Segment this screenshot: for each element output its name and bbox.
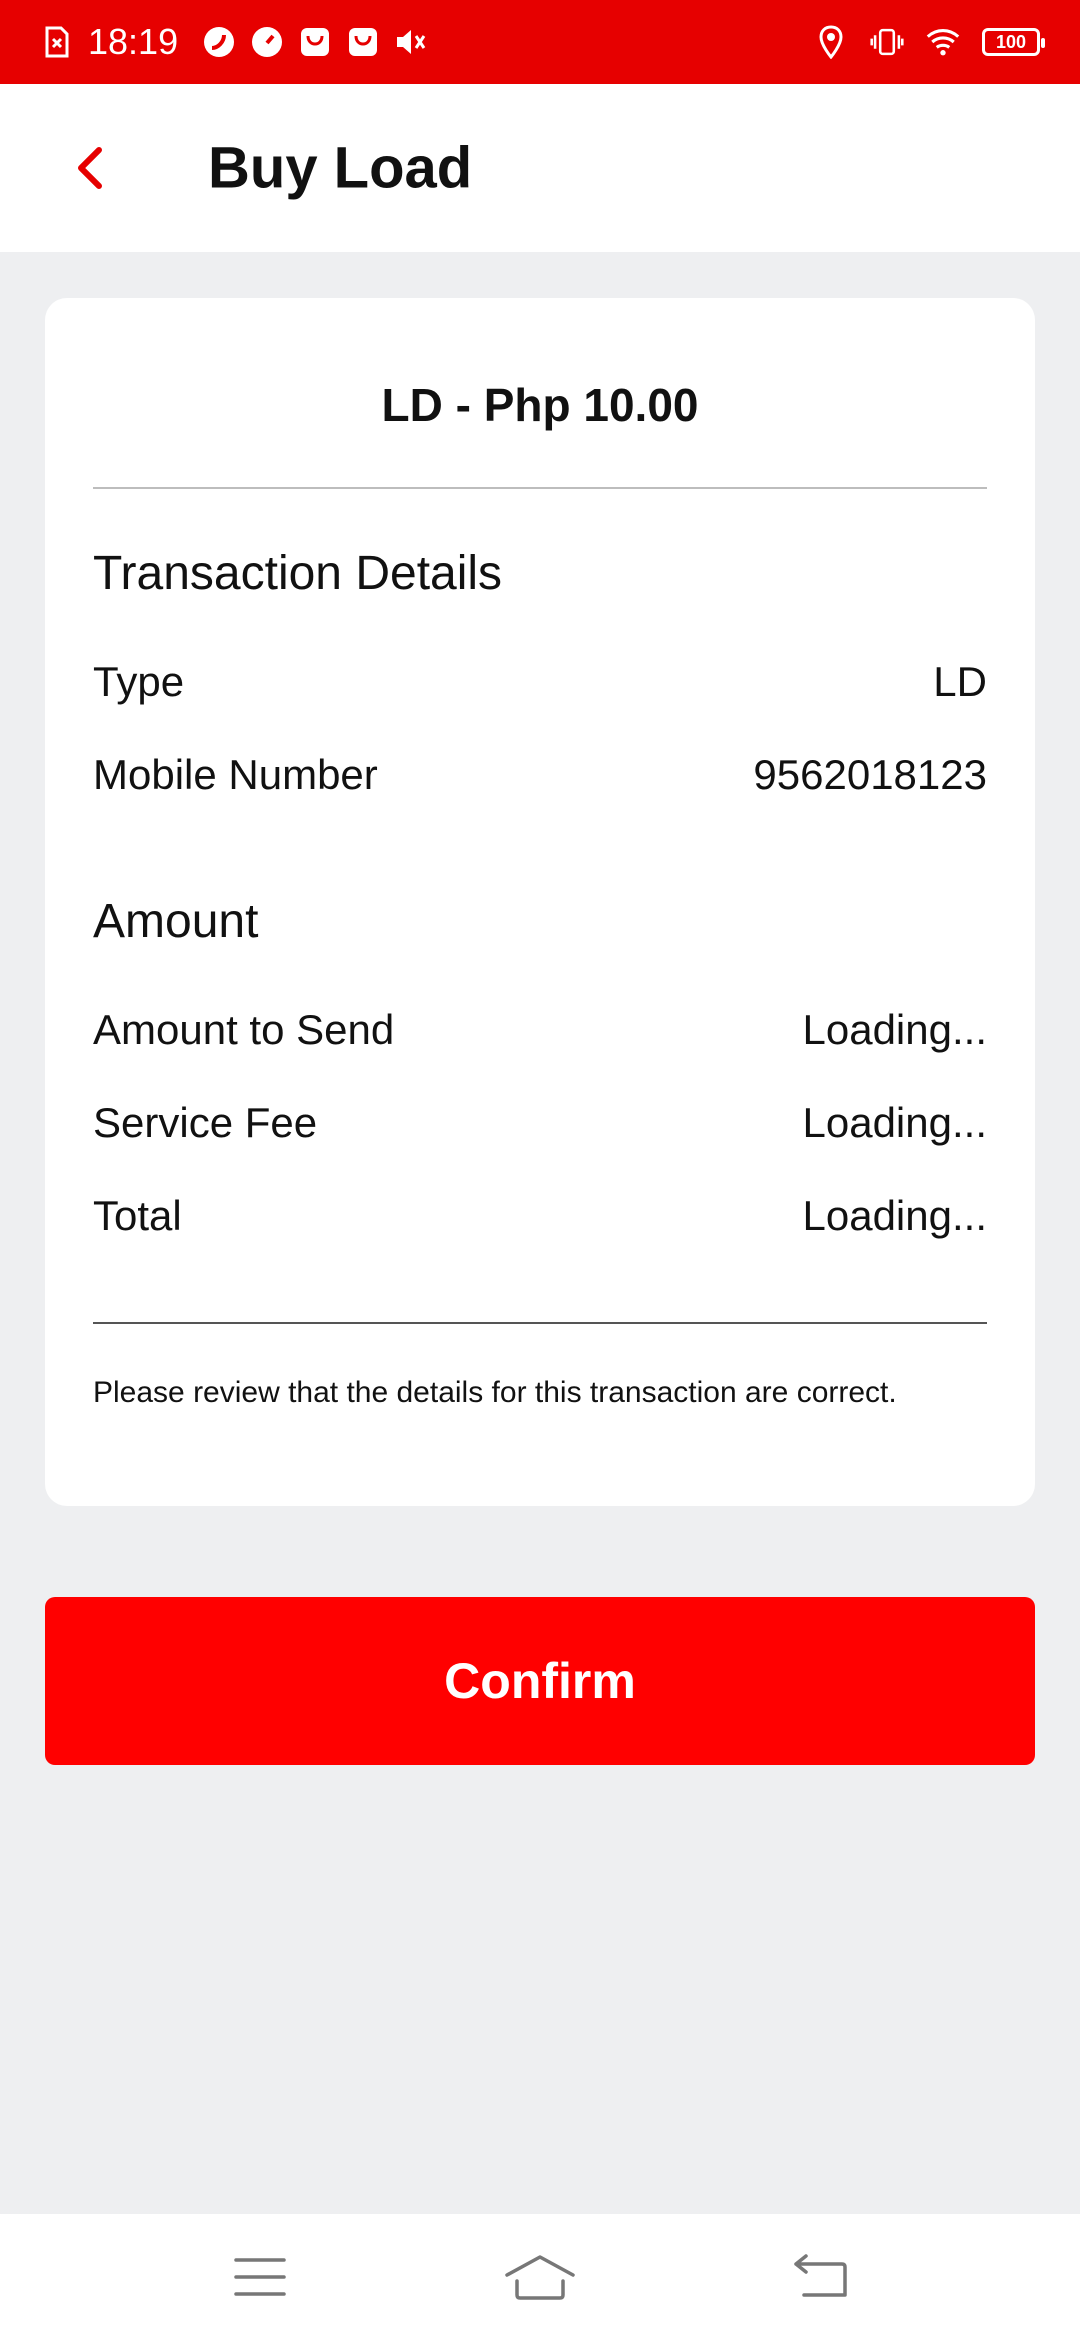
detail-row-mobile-number: Mobile Number 9562018123 [93,751,987,799]
back-button[interactable] [60,138,120,198]
menu-icon [234,2258,286,2296]
transaction-details-heading: Transaction Details [93,547,503,600]
status-time: 18:19 [88,21,179,62]
shopping-bag-icon [298,25,332,59]
sim-off-icon [40,25,74,59]
back-icon [794,2254,847,2297]
amount-label: Amount to Send [93,1006,395,1053]
status-bar: 18:19 100 [0,0,1080,84]
system-nav-bar [0,2214,1080,2340]
detail-label: Type [93,658,185,705]
mute-icon [394,25,428,59]
card-title: LD - Php 10.00 [381,379,699,431]
detail-row-type: Type LD [93,658,987,706]
amount-heading: Amount [93,895,259,948]
nav-menu-button[interactable] [215,2237,305,2317]
wifi-icon [926,25,960,59]
amount-value: Loading... [802,1192,988,1239]
location-icon [814,25,848,59]
review-note: Please review that the details for this … [93,1376,897,1409]
home-icon [505,2255,575,2300]
amount-row-amount-to-send: Amount to Send Loading... [93,1006,987,1054]
amount-label: Total [93,1192,182,1239]
detail-value: 9562018123 [753,751,987,798]
app-notification-icon [202,25,236,59]
battery-icon: 100 [982,28,1045,56]
detail-value: LD [933,658,987,705]
divider [93,1322,987,1324]
divider [93,487,987,489]
amount-row-service-fee: Service Fee Loading... [93,1099,987,1147]
chevron-left-icon [78,147,102,189]
shopping-bag-icon [346,25,380,59]
vibrate-icon [870,25,904,59]
speed-notification-icon [250,25,284,59]
amount-value: Loading... [802,1006,988,1053]
page-title: Buy Load [208,135,473,201]
nav-back-button[interactable] [775,2237,865,2317]
nav-home-button[interactable] [495,2237,585,2317]
amount-label: Service Fee [93,1099,318,1146]
amount-value: Loading... [802,1099,988,1146]
detail-label: Mobile Number [93,751,378,798]
app-bar: Buy Load [0,84,1080,252]
amount-row-total: Total Loading... [93,1192,987,1240]
transaction-card: LD - Php 10.00 Transaction Details Type … [45,298,1035,1506]
confirm-button[interactable]: Confirm [45,1597,1035,1765]
